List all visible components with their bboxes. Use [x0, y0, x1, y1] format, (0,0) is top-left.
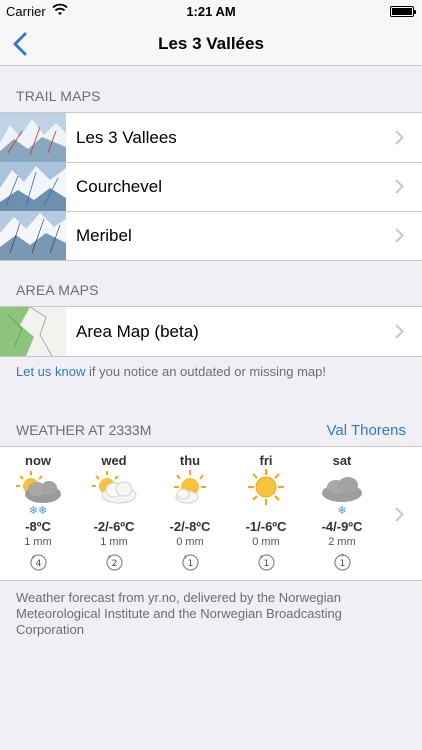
snowflake-icon [76, 504, 152, 517]
wind-badge-icon: 4 [30, 554, 47, 571]
weather-location-link[interactable]: Val Thorens [327, 422, 407, 439]
trail-map-thumbnail [0, 211, 66, 260]
sun-icon [248, 469, 284, 505]
area-map-beta[interactable]: Area Map (beta) [0, 307, 422, 356]
trail-map-label: Les 3 Vallees [76, 128, 177, 147]
trail-map-meribel[interactable]: Meribel [0, 211, 422, 260]
area-maps-list: Area Map (beta) [0, 306, 422, 357]
forecast-day-thu[interactable]: thu -2/-8ºC 0 mm 1 [152, 447, 228, 582]
status-time: 1:21 AM [186, 4, 236, 19]
chevron-right-icon [395, 228, 404, 243]
snowflake-icon [228, 504, 304, 517]
wind-badge-icon: 1 [258, 554, 275, 571]
wind-badge-icon: 1 [182, 554, 199, 571]
navigation-bar: Les 3 Vallées [0, 22, 422, 66]
wind-badge-icon: 1 [334, 554, 351, 571]
trail-map-label: Meribel [76, 226, 132, 245]
sun-small-cloud-icon [174, 470, 206, 504]
battery-icon [390, 6, 416, 17]
weather-forecast: now ❄❄ -8ºC 1 mm 4 wed -2/-6ºC 1 mm 2 th… [0, 446, 422, 581]
weather-title: WEATHER AT 2333M [16, 422, 152, 438]
day-name: thu [179, 453, 201, 468]
day-temperature: -1/-6ºC [245, 519, 287, 534]
status-bar: Carrier 1:21 AM [0, 0, 422, 22]
trail-map-les-3-vallees[interactable]: Les 3 Vallees [0, 113, 422, 162]
day-precipitation: 1 mm [24, 536, 52, 548]
wind-value: 1 [188, 559, 194, 569]
weather-header: WEATHER AT 2333M Val Thorens [16, 422, 406, 442]
day-name: sat [332, 453, 352, 468]
trail-maps-list: Les 3 Vallees Courchevel Meribel [0, 112, 422, 261]
forecast-day-fri[interactable]: fri -1/-6ºC 0 mm 1 [228, 447, 304, 582]
snowflake-icon: ❄ [337, 505, 347, 517]
wind-value: 1 [264, 559, 270, 569]
chevron-right-icon [395, 130, 404, 145]
snowflake-icon: ❄❄ [28, 505, 48, 517]
day-temperature: -2/-8ºC [169, 519, 211, 534]
day-temperature: -8ºC [25, 519, 51, 534]
missing-map-note: Let us know if you notice an outdated or… [16, 364, 326, 379]
wind-value: 1 [340, 559, 346, 569]
let-us-know-link[interactable]: Let us know [16, 364, 85, 379]
chevron-right-icon [395, 179, 404, 194]
trail-map-thumbnail [0, 162, 66, 211]
page-title: Les 3 Vallées [158, 34, 264, 53]
forecast-day-now[interactable]: now ❄❄ -8ºC 1 mm 4 [0, 447, 76, 582]
weather-attribution: Weather forecast from yr.no, delivered b… [16, 590, 342, 637]
missing-map-text: if you notice an outdated or missing map… [85, 364, 327, 379]
wind-badge-icon: 2 [106, 554, 123, 571]
area-maps-header: AREA MAPS [16, 282, 99, 298]
day-precipitation: 0 mm [176, 536, 204, 548]
day-temperature: -4/-9ºC [321, 519, 363, 534]
snowflake-icon [152, 504, 228, 517]
chevron-right-icon [395, 324, 404, 339]
chevron-right-icon[interactable] [395, 507, 404, 522]
day-precipitation: 0 mm [252, 536, 280, 548]
day-name: wed [101, 453, 127, 468]
wind-value: 4 [36, 559, 42, 569]
trail-map-label: Courchevel [76, 177, 162, 196]
snow-cloud-icon [322, 477, 362, 502]
day-name: now [25, 453, 51, 468]
trail-map-thumbnail [0, 113, 66, 162]
trail-maps-header: TRAIL MAPS [16, 88, 101, 104]
day-name: fri [259, 453, 273, 468]
wind-value: 2 [112, 559, 118, 569]
day-precipitation: 1 mm [100, 536, 128, 548]
day-temperature: -2/-6ºC [93, 519, 135, 534]
area-map-label: Area Map (beta) [76, 322, 199, 341]
forecast-day-sat[interactable]: sat ❄ -4/-9ºC 2 mm 1 [304, 447, 380, 582]
day-precipitation: 2 mm [328, 536, 356, 548]
area-map-thumbnail [0, 307, 66, 356]
partly-cloudy-icon [92, 471, 137, 504]
snow-cloud-sun-icon [16, 471, 61, 503]
forecast-day-wed[interactable]: wed -2/-6ºC 1 mm 2 [76, 447, 152, 582]
trail-map-courchevel[interactable]: Courchevel [0, 162, 422, 211]
